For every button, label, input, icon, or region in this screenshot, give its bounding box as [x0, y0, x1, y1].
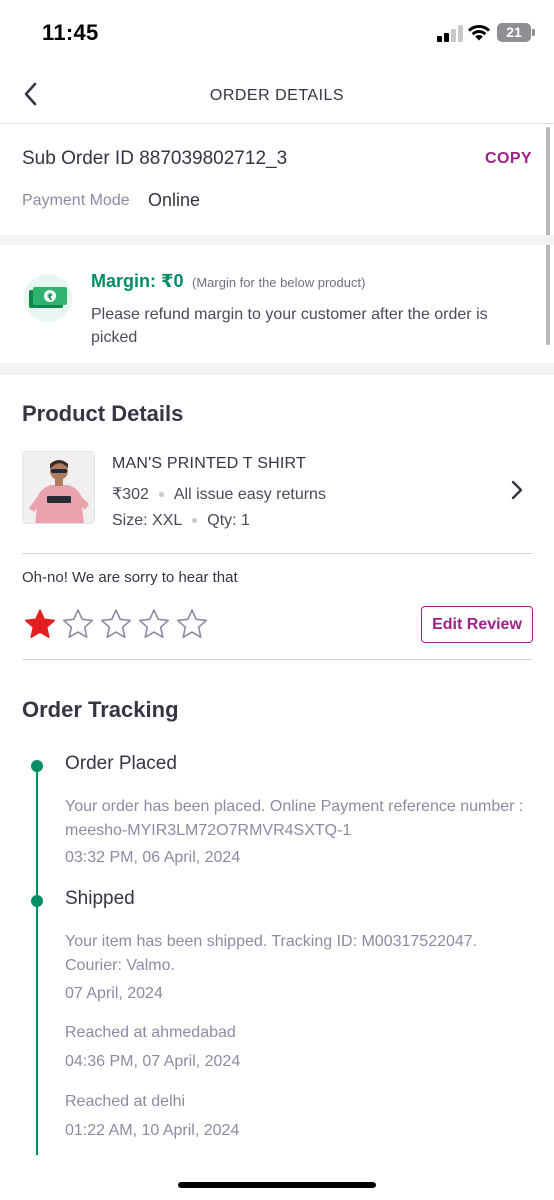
tracking-timeline: [36, 765, 38, 1155]
product-price: ₹302: [112, 486, 149, 503]
svg-text:₹: ₹: [47, 293, 53, 303]
battery-tip: [532, 29, 535, 36]
app-header: ORDER DETAILS: [0, 70, 554, 124]
section-divider: [0, 363, 554, 375]
star-empty-icon[interactable]: [138, 608, 170, 640]
step-description: Your item has been shipped. Tracking ID:…: [65, 933, 478, 974]
page-title: ORDER DETAILS: [209, 87, 345, 104]
tracking-update-time: 01:22 AM, 10 April, 2024: [65, 1122, 240, 1139]
product-image[interactable]: [22, 451, 95, 524]
battery-icon: 21: [497, 23, 531, 42]
product-returns: All issue easy returns: [173, 486, 326, 503]
cash-icon: ₹: [24, 274, 72, 322]
margin-note: (Margin for the below product): [192, 275, 366, 290]
separator-dot: [192, 518, 198, 524]
cellular-signal-icon: [437, 24, 463, 42]
status-bar: 11:45 21: [0, 0, 554, 70]
margin-description: Please refund margin to your customer af…: [91, 306, 488, 346]
section-divider: [0, 235, 554, 245]
edit-review-button[interactable]: Edit Review: [421, 606, 533, 643]
star-empty-icon[interactable]: [100, 608, 132, 640]
product-size: Size: XXL: [112, 512, 183, 529]
divider: [22, 659, 533, 660]
timeline-dot: [31, 895, 43, 907]
product-details-title: Product Details: [22, 401, 184, 426]
product-size-row: Size: XXL Qty: 1: [112, 512, 250, 530]
separator-dot: [158, 492, 164, 498]
step-description: Your order has been placed. Online Payme…: [65, 798, 524, 839]
timeline-dot: [31, 760, 43, 772]
home-indicator[interactable]: [178, 1182, 376, 1188]
chevron-right-icon[interactable]: [506, 479, 528, 501]
star-empty-icon[interactable]: [62, 608, 94, 640]
payment-mode-value: Online: [148, 190, 201, 210]
divider: [22, 553, 533, 554]
payment-mode-label: Payment Mode: [22, 192, 130, 209]
product-qty: Qty: 1: [207, 512, 250, 529]
wifi-icon: [468, 24, 490, 41]
star-empty-icon[interactable]: [176, 608, 208, 640]
tracking-update-location: Reached at ahmedabad: [65, 1024, 236, 1041]
tracking-update-time: 04:36 PM, 07 April, 2024: [65, 1053, 241, 1070]
review-message: Oh-no! We are sorry to hear that: [22, 569, 238, 586]
step-time: 07 April, 2024: [65, 985, 163, 1002]
copy-button[interactable]: COPY: [485, 150, 532, 168]
order-tracking-title: Order Tracking: [22, 697, 179, 722]
star-filled-icon[interactable]: [24, 608, 56, 640]
sub-order-id: Sub Order ID 887039802712_3: [22, 148, 288, 169]
step-title-shipped: Shipped: [65, 888, 135, 909]
tracking-update-location: Reached at delhi: [65, 1093, 186, 1110]
step-time: 03:32 PM, 06 April, 2024: [65, 849, 241, 866]
product-price-row: ₹302 All issue easy returns: [112, 484, 326, 504]
margin-title: Margin: ₹0: [91, 271, 184, 291]
status-time: 11:45: [42, 20, 99, 45]
step-title-order-placed: Order Placed: [65, 753, 177, 774]
product-name[interactable]: MAN'S PRINTED T SHIRT: [112, 455, 306, 473]
